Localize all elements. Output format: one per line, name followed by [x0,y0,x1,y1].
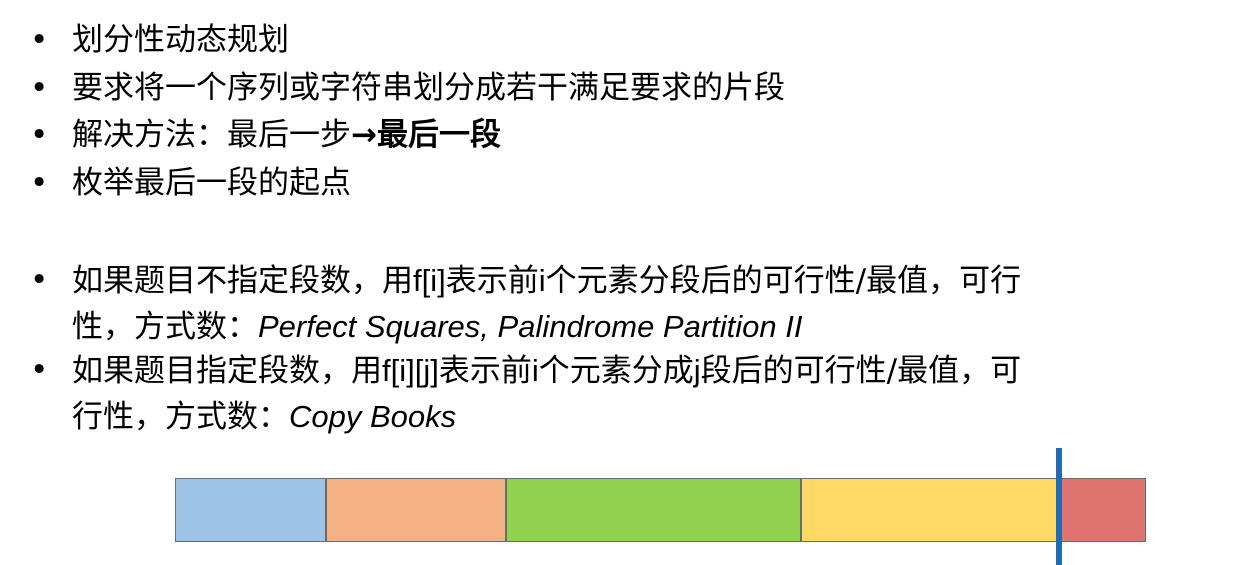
text-run: 表示前 [438,353,532,389]
bullet-line-1: 如果题目不指定段数，用f[i]表示前i个元素分段后的可行性/最值，可行 [72,258,1021,304]
variable-i: i [538,263,546,298]
bullet-dot: • [30,22,49,58]
text-run: 性，方式数： [72,309,258,345]
bullet-text: 解决方法：最后一步→最后一段 [72,113,501,158]
variable-i: i [531,353,539,388]
text-run: 段后的可行性/最值，可 [700,353,1022,389]
segment-1 [175,478,326,542]
segment-bar [175,478,1146,542]
solution-text: 解决方法：最后一步 [72,117,351,153]
formula-f-i: f[i] [413,263,446,298]
text-run: 表示前 [445,263,539,299]
text-run: 个元素分成 [538,353,694,389]
variable-j: j [693,353,701,388]
bullet-dot: • [30,117,49,153]
last-segment-marker [1056,448,1062,565]
bullet-line-2: 性，方式数：Perfect Squares, Palindrome Partit… [72,304,1021,350]
bullet-text: 如果题目不指定段数，用f[i]表示前i个元素分段后的可行性/最值，可行 性，方式… [72,258,1021,350]
text-run: 如果题目不指定段数，用 [72,263,413,299]
segment-2 [326,478,506,542]
segment-4 [801,478,1061,542]
solution-emphasis: 最后一段 [376,117,501,153]
segment-3 [506,478,801,542]
segment-5 [1061,478,1146,542]
text-run: 个元素分段后的可行性/最值，可行 [545,263,1022,299]
arrow-right-icon: → [351,117,377,153]
bullet-dot: • [30,70,49,106]
bullet-dot: • [30,165,49,201]
formula-f-i-j: f[i][j] [382,353,439,388]
bullet-line-1: 如果题目指定段数，用f[i][j]表示前i个元素分成j段后的可行性/最值，可 [72,348,1021,394]
bullet-dot: • [30,262,49,298]
example-problems: Perfect Squares, Palindrome Partition II [258,309,803,344]
text-run: 如果题目指定段数，用 [72,353,382,389]
bullet-text: 划分性动态规划 [72,22,289,58]
text-run: 行性，方式数： [72,399,289,435]
bullet-text: 要求将一个序列或字符串划分成若干满足要求的片段 [72,70,785,106]
bullet-dot: • [30,352,49,388]
slide: • 划分性动态规划 • 要求将一个序列或字符串划分成若干满足要求的片段 • 解决… [0,0,1245,565]
bullet-text: 如果题目指定段数，用f[i][j]表示前i个元素分成j段后的可行性/最值，可 行… [72,348,1021,440]
bullet-text: 枚举最后一段的起点 [72,165,351,201]
bullet-line-2: 行性，方式数：Copy Books [72,394,1021,440]
example-problems: Copy Books [289,399,457,434]
